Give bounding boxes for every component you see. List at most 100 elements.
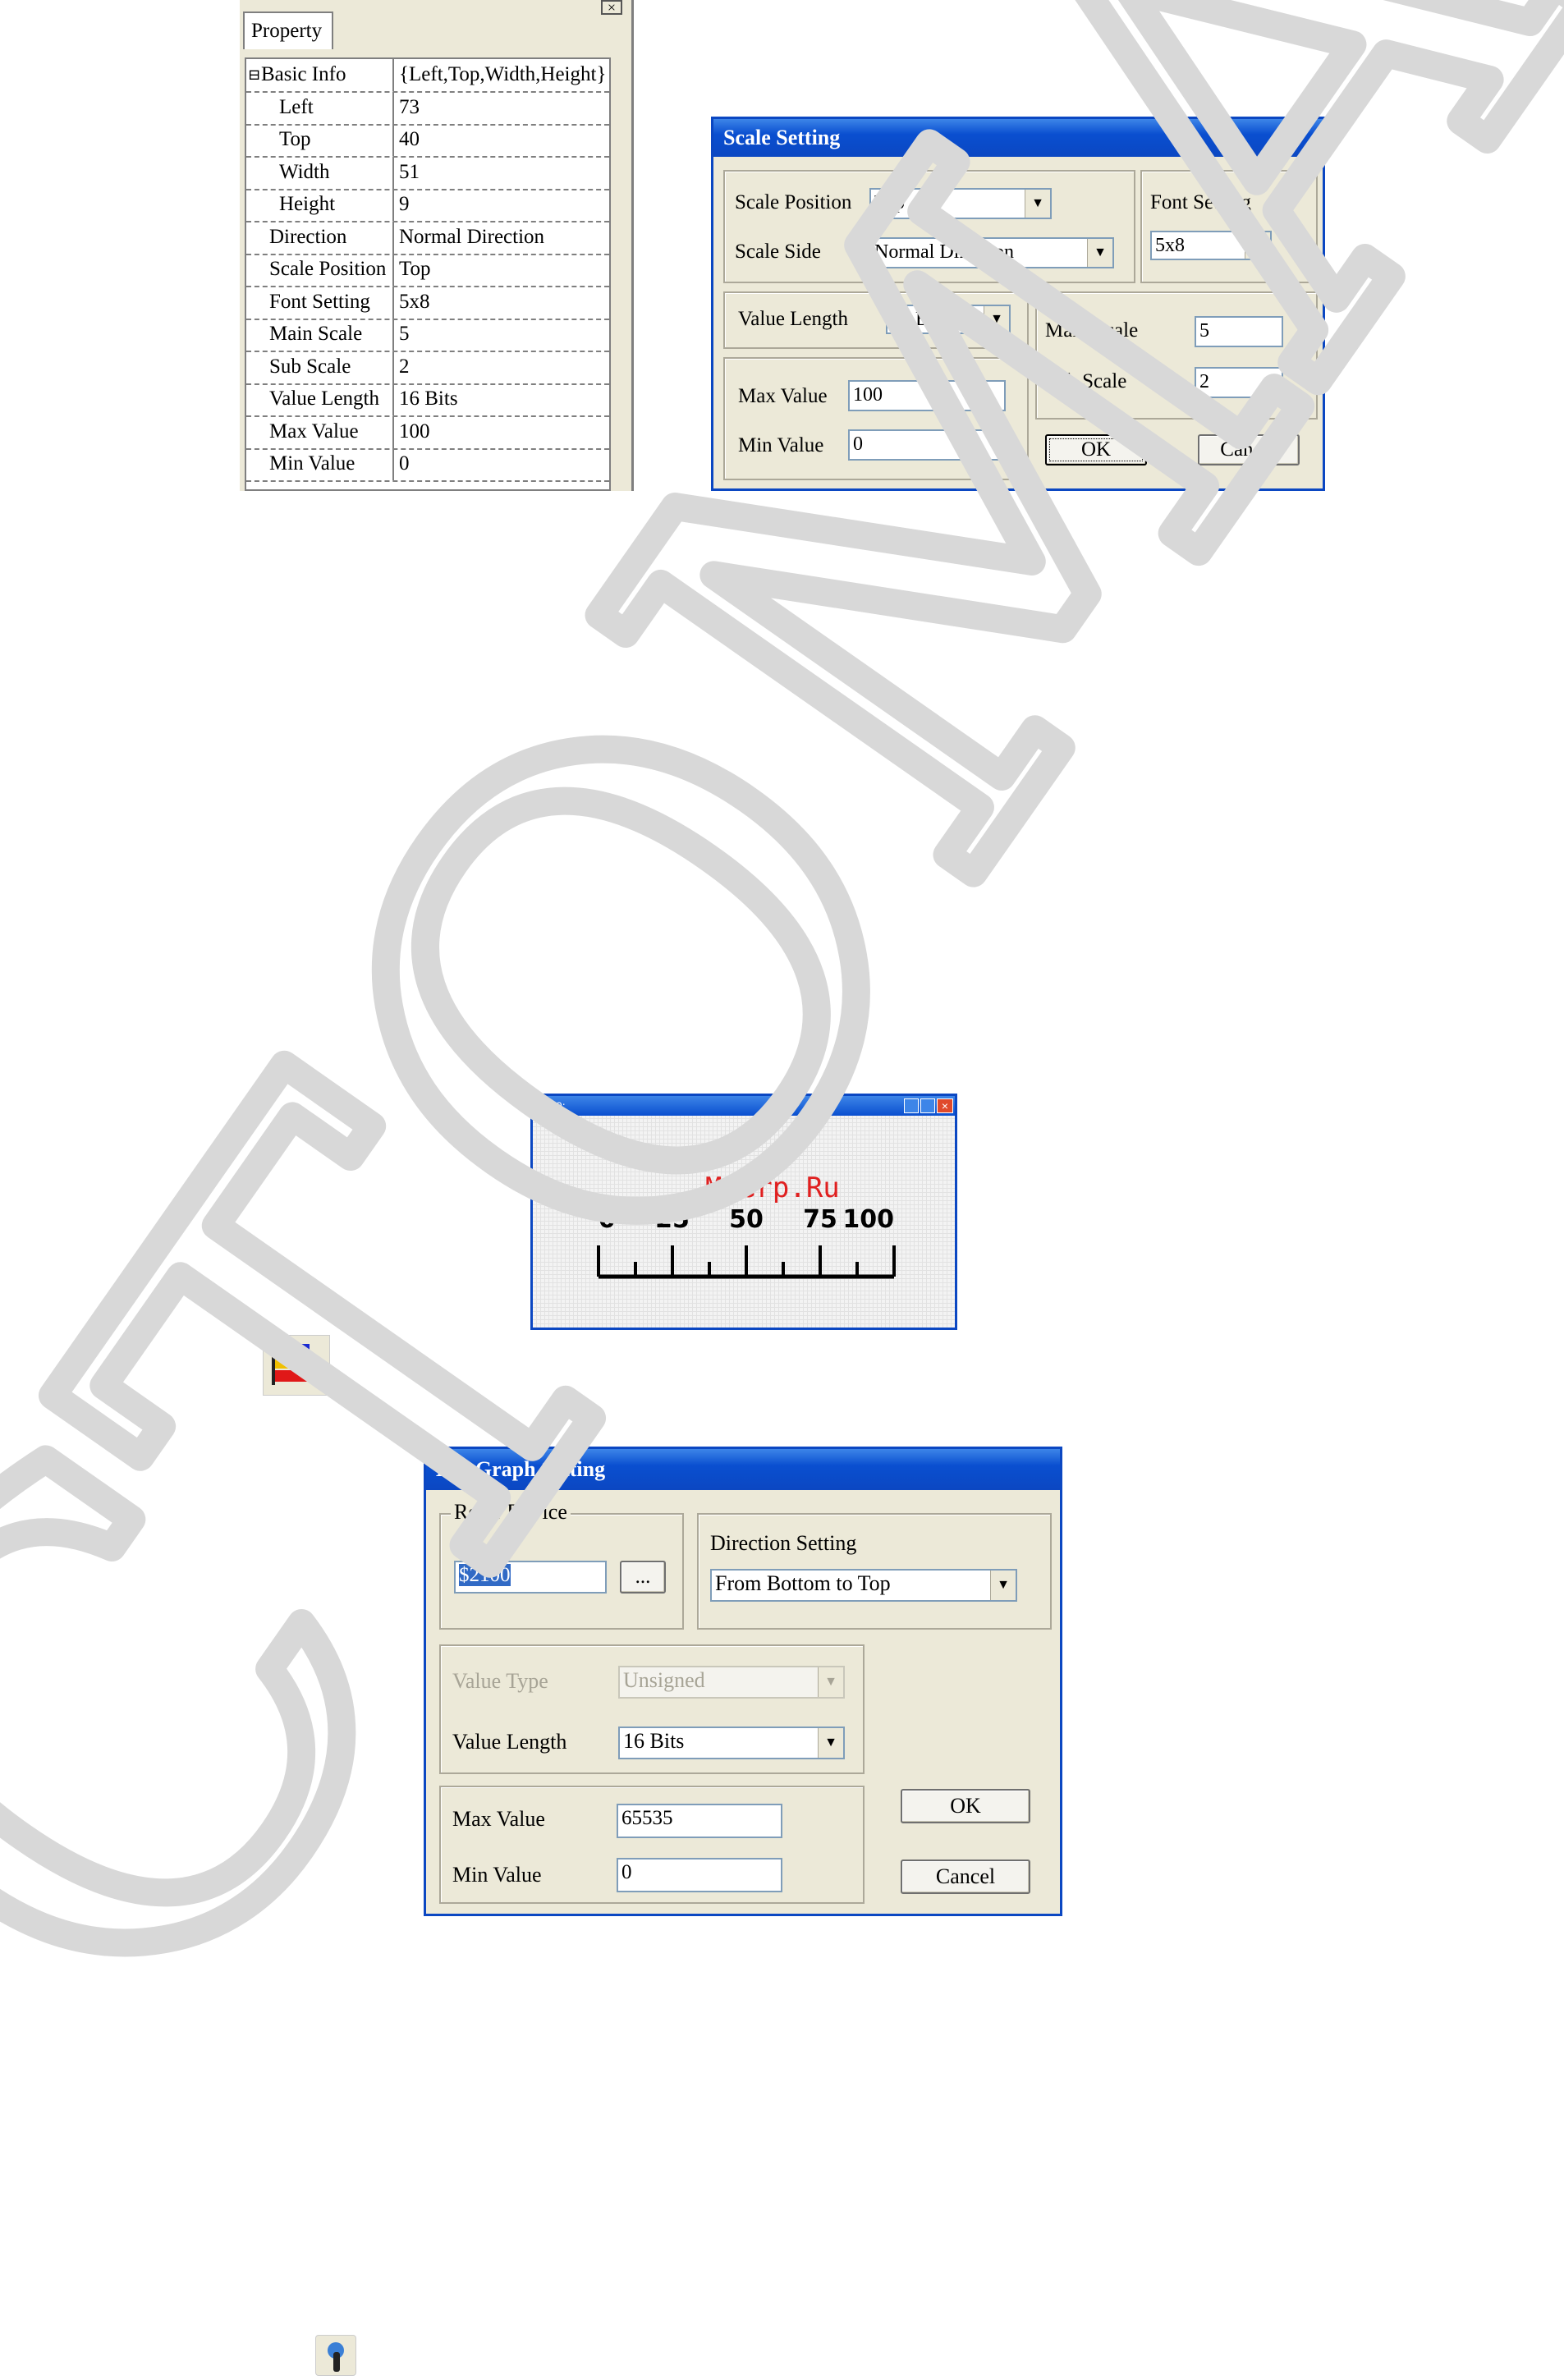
close-icon[interactable]: × — [937, 1098, 953, 1113]
bar-graph-setting-dialog: Bar Graph Setting Refer Device $2100 ...… — [424, 1447, 1062, 1916]
value-type-value: Unsigned — [623, 1668, 705, 1692]
chevron-down-icon[interactable]: ▼ — [1025, 190, 1050, 218]
property-value: Normal Direction — [399, 225, 545, 248]
property-key: Sub Scale — [246, 351, 394, 383]
property-row[interactable]: Main Scale 5 — [246, 319, 609, 352]
scale-label: 50 — [729, 1205, 764, 1234]
min-value-input[interactable]: 0 — [848, 429, 1006, 461]
scale-side-select[interactable]: Normal Direction ▼ — [869, 237, 1114, 268]
scale-position-select[interactable]: Top ▼ — [869, 188, 1052, 219]
property-key: Main Scale — [246, 319, 394, 351]
main-scale-label: Main Scale — [1045, 319, 1139, 342]
max-value-input[interactable]: 65535 — [617, 1804, 782, 1838]
refer-device-label: Refer Device — [451, 1500, 571, 1525]
property-value: 16 Bits — [399, 387, 458, 410]
preview-window: 0: × McGrp.Ru 0 25 50 75 100 — [530, 1094, 957, 1330]
maximize-icon[interactable] — [920, 1098, 935, 1113]
refer-device-value: $2100 — [459, 1564, 511, 1586]
property-row[interactable]: Value Length 16 Bits — [246, 383, 609, 417]
font-setting-value: 5x8 — [1155, 235, 1185, 256]
scale-ticks — [597, 1245, 896, 1279]
ok-button[interactable]: OK — [1045, 434, 1147, 465]
property-key: Min Value — [246, 448, 394, 480]
property-key: Direction — [246, 221, 394, 254]
property-key: Basic Info — [246, 59, 394, 91]
preview-title: 0: — [556, 1099, 566, 1112]
value-type-label: Value Type — [452, 1669, 548, 1693]
scale-setting-dialog: Scale Setting Scale Position Top ▼ Scale… — [711, 117, 1325, 491]
main-scale-input[interactable]: 5 — [1195, 316, 1283, 347]
bar-graph-setting-title: Bar Graph Setting — [426, 1449, 1060, 1490]
max-min-group — [723, 357, 1029, 480]
browse-button[interactable]: ... — [620, 1561, 666, 1594]
property-row[interactable]: Max Value 100 — [246, 415, 609, 450]
property-row[interactable]: Scale Position Top — [246, 254, 609, 287]
scale-graphic: 0 25 50 75 100 — [597, 1205, 896, 1279]
property-row[interactable]: Left 73 — [246, 91, 609, 126]
value-length-value: 16 Bits — [891, 309, 947, 330]
property-key: Left — [246, 91, 394, 124]
property-key: Top — [246, 124, 394, 156]
property-value: 51 — [399, 160, 420, 183]
property-value: 2 — [399, 355, 410, 378]
direction-setting-label: Direction Setting — [710, 1531, 857, 1555]
property-value: 40 — [399, 128, 420, 150]
property-tab[interactable]: Property — [243, 11, 333, 49]
font-setting-label: Font Setting — [1150, 191, 1251, 213]
scale-labels: 0 25 50 75 100 — [599, 1205, 894, 1234]
window-icon — [538, 1100, 551, 1110]
direction-setting-select[interactable]: From Bottom to Top ▼ — [710, 1569, 1017, 1602]
refer-device-input[interactable]: $2100 — [454, 1561, 607, 1594]
cancel-button[interactable]: Cancel — [901, 1860, 1030, 1894]
property-row[interactable]: Sub Scale 2 — [246, 351, 609, 385]
property-row[interactable]: Top 40 — [246, 124, 609, 158]
scale-label: 25 — [655, 1205, 690, 1234]
ok-button[interactable]: OK — [901, 1789, 1030, 1823]
value-length-select[interactable]: 16 Bits ▼ — [886, 305, 1011, 334]
max-value-label: Max Value — [452, 1807, 545, 1831]
value-length-select[interactable]: 16 Bits ▼ — [618, 1727, 845, 1759]
property-row[interactable]: ⊟ Basic Info {Left,Top,Width,Height} — [246, 59, 609, 93]
scale-side-value: Normal Direction — [874, 241, 1014, 263]
property-value: 100 — [399, 420, 430, 443]
preview-titlebar: 0: — [533, 1096, 955, 1116]
scale-label: 75 — [803, 1205, 837, 1234]
cancel-button[interactable]: Cancel — [1198, 434, 1300, 465]
scale-position-label: Scale Position — [735, 191, 852, 213]
touch-pointer-icon[interactable] — [315, 2335, 356, 2376]
chevron-down-icon[interactable]: ▼ — [990, 1571, 1016, 1600]
value-length-value: 16 Bits — [623, 1729, 685, 1753]
direction-setting-value: From Bottom to Top — [715, 1571, 891, 1595]
chevron-down-icon[interactable]: ▼ — [818, 1728, 843, 1758]
chevron-down-icon[interactable]: ▼ — [1245, 232, 1270, 259]
property-value: 5x8 — [399, 290, 430, 313]
property-row[interactable]: Font Setting 5x8 — [246, 286, 609, 320]
max-value-input[interactable]: 100 — [848, 380, 1006, 411]
property-key: Width — [246, 156, 394, 189]
property-row[interactable]: Height 9 — [246, 189, 609, 222]
bar-graph-tool-icon[interactable] — [263, 1335, 330, 1396]
close-icon[interactable]: × — [601, 0, 622, 15]
scale-label: 100 — [842, 1205, 894, 1234]
property-panel: Property × ⊟ Basic Info {Left,Top,Width,He… — [240, 0, 634, 491]
property-value: {Left,Top,Width,Height} — [399, 63, 607, 85]
property-row[interactable]: Min Value 0 — [246, 448, 609, 482]
sub-scale-input[interactable]: 2 — [1195, 367, 1283, 398]
sub-scale-label: Sub Scale — [1045, 370, 1127, 392]
property-row[interactable]: Width 51 — [246, 156, 609, 190]
minimize-icon[interactable] — [904, 1098, 919, 1113]
scale-side-label: Scale Side — [735, 241, 821, 263]
property-value: 5 — [399, 323, 410, 345]
main-sub-scale-group — [1035, 291, 1318, 420]
chevron-down-icon: ▼ — [818, 1667, 843, 1697]
min-value-input[interactable]: 0 — [617, 1858, 782, 1892]
property-row[interactable]: Direction Normal Direction — [246, 221, 609, 255]
property-value: 9 — [399, 193, 410, 215]
font-setting-select[interactable]: 5x8 ▼ — [1150, 231, 1272, 260]
property-grid: ⊟ Basic Info {Left,Top,Width,Height} Left 73… — [245, 57, 611, 491]
max-value-label: Max Value — [738, 385, 828, 407]
chevron-down-icon[interactable]: ▼ — [984, 306, 1009, 332]
chevron-down-icon[interactable]: ▼ — [1087, 239, 1112, 267]
property-key: Value Length — [246, 383, 394, 415]
scale-setting-title: Scale Setting — [713, 119, 1323, 157]
